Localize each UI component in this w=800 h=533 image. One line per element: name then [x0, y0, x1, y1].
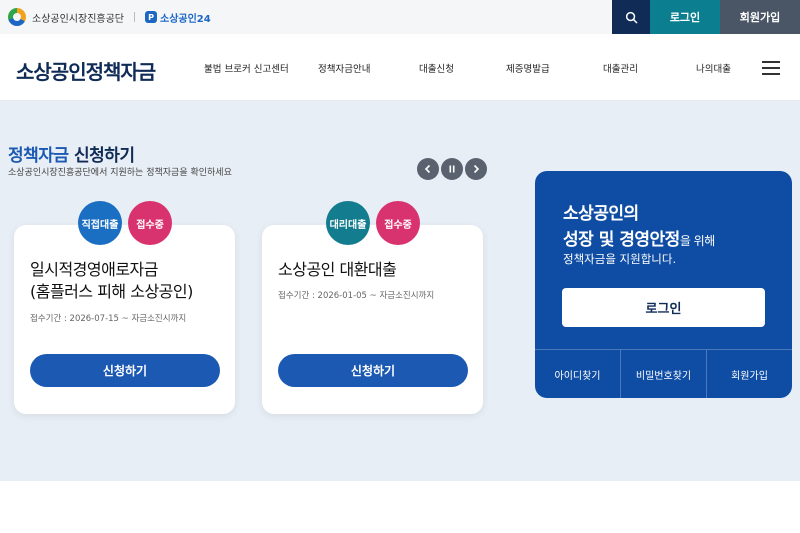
login-button[interactable]: 로그인 [562, 288, 765, 327]
loan-type-badge: 직접대출 [78, 201, 122, 245]
loan-type-badge: 대리대출 [326, 201, 370, 245]
status-badge: 접수중 [128, 201, 172, 245]
section-title-highlight: 정책자금 [8, 146, 69, 166]
hero-section: 정책자금 신청하기 소상공인시장진흥공단에서 지원하는 정책자금을 확인하세요 … [0, 101, 800, 481]
semas-logo-icon[interactable] [8, 8, 26, 26]
utility-actions: 로그인 회원가입 [612, 0, 800, 34]
section-title-rest: 신청하기 [73, 146, 135, 166]
fund-title-line: 소상공인 대환대출 [278, 260, 397, 279]
login-panel-subtext: 정책자금을 지원합니다. [563, 252, 677, 266]
nav-item-loan-apply[interactable]: 대출신청 [419, 61, 454, 75]
agency-name[interactable]: 소상공인시장진흥공단 [32, 10, 124, 25]
top-login-button[interactable]: 로그인 [650, 0, 720, 34]
login-panel-heading: 소상공인의 [563, 204, 639, 224]
nav-item-certificate[interactable]: 제증명발급 [506, 61, 550, 75]
find-id-link[interactable]: 아이디찾기 [535, 350, 621, 398]
fund-title: 소상공인 대환대출 [278, 259, 397, 281]
fund-period: 접수기간 : 2026-07-15 ~ 자금소진시까지 [30, 314, 187, 324]
top-join-button[interactable]: 회원가입 [720, 0, 800, 34]
portal-link[interactable]: 소상공인24 [160, 10, 211, 25]
login-panel: 소상공인의 성장 및 경영안정을 위해 정책자금을 지원합니다. 로그인 아이디… [535, 171, 792, 398]
header: 소상공인정책자금 불법 브로커 신고센터 정책자금안내 대출신청 제증명발급 대… [0, 34, 800, 101]
pause-slide-button[interactable] [441, 158, 463, 180]
fund-title-line: (홈플러스 피해 소상공인) [30, 282, 193, 301]
join-link[interactable]: 회원가입 [707, 350, 792, 398]
chevron-left-icon [424, 164, 431, 174]
all-menu-button[interactable] [762, 61, 784, 77]
hamburger-icon [762, 61, 780, 63]
fund-card: 대리대출 접수중 소상공인 대환대출 접수기간 : 2026-01-05 ~ 자… [262, 201, 483, 414]
login-panel-heading-bold: 성장 및 경영안정 [563, 230, 680, 250]
login-panel-links: 아이디찾기 비밀번호찾기 회원가입 [535, 349, 792, 398]
pause-icon [449, 165, 455, 173]
chevron-right-icon [473, 164, 480, 174]
fund-title: 일시적경영애로자금 (홈플러스 피해 소상공인) [30, 259, 193, 303]
nav-item-loan-manage[interactable]: 대출관리 [603, 61, 638, 75]
fund-period: 접수기간 : 2026-01-05 ~ 자금소진시까지 [278, 291, 435, 301]
section-subtitle: 소상공인시장진흥공단에서 지원하는 정책자금을 확인하세요 [8, 168, 232, 178]
nav-item-fund-guide[interactable]: 정책자금안내 [318, 61, 370, 75]
fund-title-line: 일시적경영애로자금 [30, 260, 158, 279]
login-panel-heading: 성장 및 경영안정을 위해 [563, 225, 715, 250]
login-panel-heading-rest: 을 위해 [679, 234, 715, 248]
utility-bar: 소상공인시장진흥공단 P 소상공인24 로그인 회원가입 [0, 0, 800, 34]
divider [134, 12, 135, 22]
fund-card: 직접대출 접수중 일시적경영애로자금 (홈플러스 피해 소상공인) 접수기간 :… [14, 201, 235, 414]
find-password-link[interactable]: 비밀번호찾기 [621, 350, 707, 398]
next-slide-button[interactable] [465, 158, 487, 180]
prev-slide-button[interactable] [417, 158, 439, 180]
apply-button[interactable]: 신청하기 [30, 354, 220, 387]
apply-button[interactable]: 신청하기 [278, 354, 468, 387]
status-badge: 접수중 [376, 201, 420, 245]
nav-item-broker-report[interactable]: 불법 브로커 신고센터 [204, 61, 289, 75]
search-icon [625, 11, 637, 23]
nav-item-my-loan[interactable]: 나의대출 [696, 61, 731, 75]
utility-left: 소상공인시장진흥공단 P 소상공인24 [8, 0, 211, 34]
site-brand[interactable]: 소상공인정책자금 [16, 56, 156, 85]
section-title: 정책자금 신청하기 [8, 141, 135, 166]
portal-logo-icon: P [145, 11, 157, 23]
search-button[interactable] [612, 0, 650, 34]
